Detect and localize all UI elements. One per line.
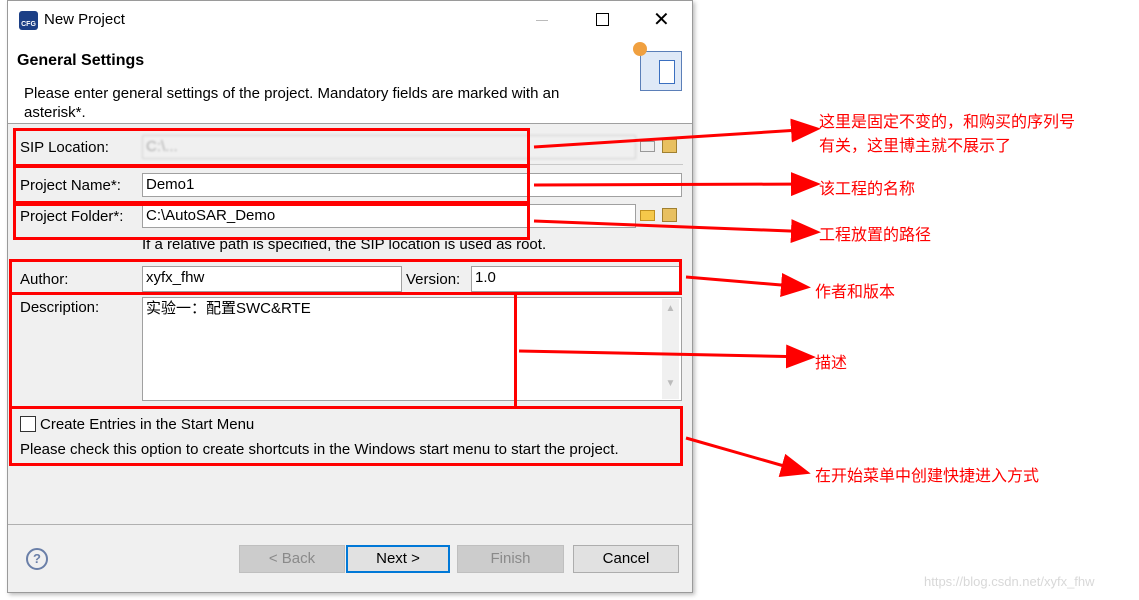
annotation-name: 该工程的名称 (819, 181, 916, 198)
arrow-name (533, 172, 821, 197)
arrow-start-menu (685, 436, 811, 477)
annotation-author-version: 作者和版本 (815, 284, 896, 301)
annotation-arrows (518, 118, 821, 477)
annotation-sip-line1: 这里是固定不变的，和购买的序列号 (819, 114, 1076, 131)
arrow-description (518, 344, 816, 369)
arrow-author (685, 273, 811, 297)
annotation-folder: 工程放置的路径 (819, 227, 932, 244)
watermark: https://blog.csdn.net/xyfx_fhw (924, 574, 1095, 589)
annotation-start-menu: 在开始菜单中创建快捷进入方式 (815, 468, 1040, 485)
annotation-description: 描述 (815, 355, 848, 372)
annotation-sip-line2: 有关，这里博主就不展示了 (819, 138, 1012, 155)
arrow-folder (533, 219, 821, 244)
arrow-sip (533, 118, 821, 149)
